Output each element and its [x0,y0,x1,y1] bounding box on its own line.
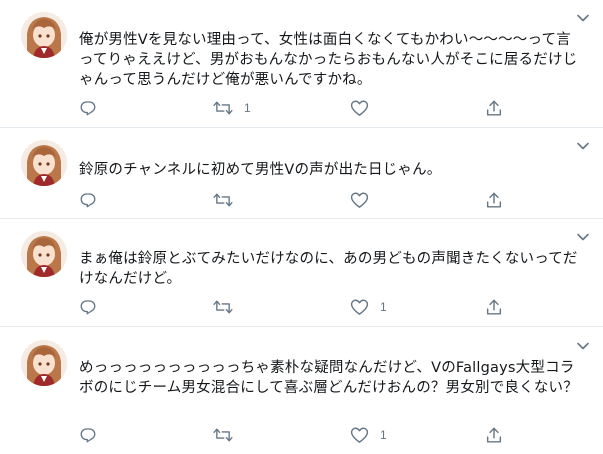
reply-button[interactable] [79,189,108,211]
share-button[interactable] [485,97,514,119]
like-icon [350,100,369,116]
like-button[interactable] [350,97,380,119]
share-button[interactable] [485,189,514,211]
tweet-text: めっっっっっっっっっっちゃ素朴な疑問なんだけど、VのFallgays大型コラボの… [79,360,578,396]
like-icon [350,299,369,315]
avatar[interactable] [21,140,67,186]
tweet-text: まぁ俺は鈴原とぶてみたいだけなのに、あの男どもの声聞きたくないってだけなんだけど… [79,251,578,287]
retweet-button[interactable] [213,189,244,211]
like-count: 1 [380,300,387,314]
retweet-button[interactable]: 1 [213,97,251,119]
like-button[interactable]: 1 [350,296,387,318]
tweet[interactable]: めっっっっっっっっっっちゃ素朴な疑問なんだけど、VのFallgays大型コラボの… [0,327,603,454]
retweet-icon [213,193,233,207]
avatar[interactable] [21,340,67,386]
avatar[interactable] [21,231,67,277]
timeline: 俺が男性Vを見ない理由って、女性は面白くなくてもかわい〜〜〜〜って言ってりゃええ… [0,0,603,454]
like-button[interactable]: 1 [350,424,387,446]
avatar[interactable] [21,12,67,58]
retweet-count: 1 [244,101,251,115]
reply-icon [80,101,96,116]
tweet[interactable]: 鈴原のチャンネルに初めて男性Vの声が出た日じゃん。 [0,128,603,219]
reply-button[interactable] [79,97,108,119]
share-button[interactable] [485,424,514,446]
retweet-button[interactable] [213,296,244,318]
chevron-down-icon[interactable] [575,229,591,245]
chevron-down-icon[interactable] [575,10,591,26]
reply-button[interactable] [79,424,108,446]
share-icon [486,299,502,315]
like-count: 1 [380,428,387,442]
tweet-actions: 1 [79,424,519,446]
chevron-down-icon[interactable] [575,138,591,154]
share-button[interactable] [485,296,514,318]
reply-icon [80,428,96,443]
tweet-actions: 1 [79,97,519,119]
chevron-down-icon[interactable] [575,338,591,354]
tweet[interactable]: 俺が男性Vを見ない理由って、女性は面白くなくてもかわい〜〜〜〜って言ってりゃええ… [0,0,603,128]
like-icon [350,427,369,443]
tweet-actions: 1 [79,296,519,318]
retweet-icon [213,101,233,115]
tweet-text: 鈴原のチャンネルに初めて男性Vの声が出た日じゃん。 [79,162,442,178]
retweet-icon [213,300,233,314]
like-icon [350,192,369,208]
tweet-text: 俺が男性Vを見ない理由って、女性は面白くなくてもかわい〜〜〜〜って言ってりゃええ… [79,32,578,88]
reply-icon [80,193,96,208]
share-icon [486,192,502,208]
retweet-button[interactable] [213,424,244,446]
like-button[interactable] [350,189,380,211]
reply-icon [80,300,96,315]
share-icon [486,100,502,116]
tweet-actions [79,189,519,211]
tweet[interactable]: まぁ俺は鈴原とぶてみたいだけなのに、あの男どもの声聞きたくないってだけなんだけど… [0,219,603,327]
share-icon [486,427,502,443]
reply-button[interactable] [79,296,108,318]
retweet-icon [213,428,233,442]
